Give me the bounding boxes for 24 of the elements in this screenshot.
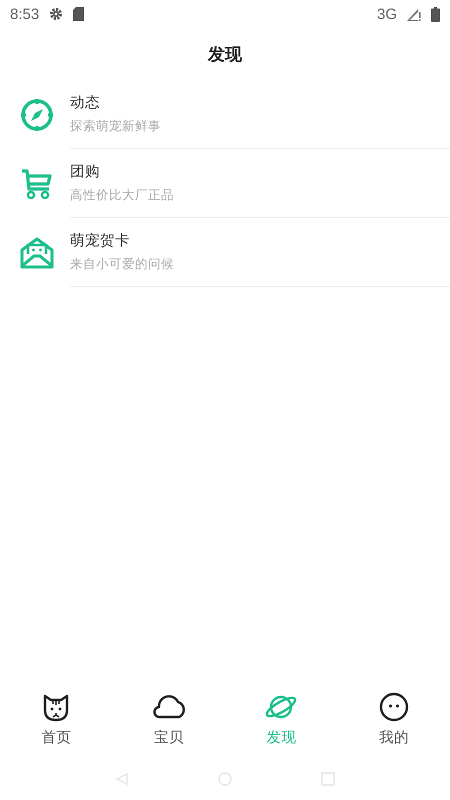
item-title[interactable]: 团购 (70, 162, 450, 181)
cart-icon (21, 168, 53, 200)
item-subtitle: 来自小可爱的问候 (70, 256, 175, 273)
item-title[interactable]: 萌宠贺卡 (70, 231, 450, 250)
compass-icon (20, 98, 54, 132)
item-subtitle: 高性价比大厂正品 (70, 187, 175, 204)
item-subtitle: 探索萌宠新鲜事 (70, 118, 162, 135)
clock-time: 8:53 (10, 6, 40, 22)
settings-icon (49, 7, 64, 21)
tab-button[interactable]: 我的 (338, 691, 450, 747)
envelope-icon (20, 236, 54, 270)
item-title[interactable]: 动态 (70, 93, 450, 112)
network-type: 3G (376, 6, 397, 22)
smiley-icon (378, 692, 409, 722)
page-title: 发现 (208, 44, 242, 66)
tab-button[interactable]: 宝贝 (112, 691, 225, 747)
sd-card-icon (73, 7, 84, 21)
recents-icon[interactable] (321, 772, 336, 786)
battery-icon (431, 6, 440, 22)
home-icon[interactable] (218, 772, 232, 786)
cloud-icon (152, 694, 186, 720)
back-icon[interactable] (114, 772, 129, 786)
tab-button[interactable]: 首页 (0, 691, 112, 747)
signal-icon (407, 7, 421, 21)
